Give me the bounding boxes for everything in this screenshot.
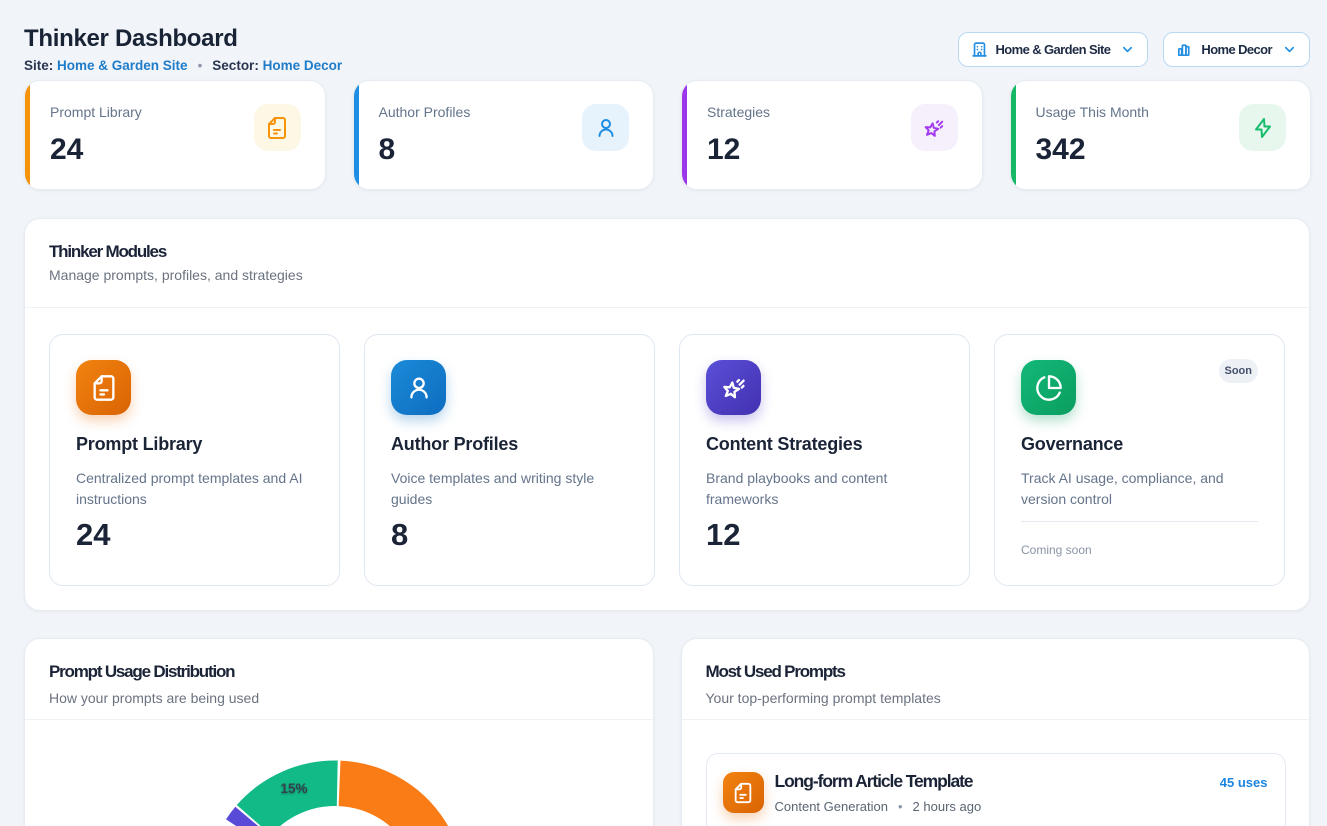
svg-text:15%: 15%: [280, 781, 307, 796]
